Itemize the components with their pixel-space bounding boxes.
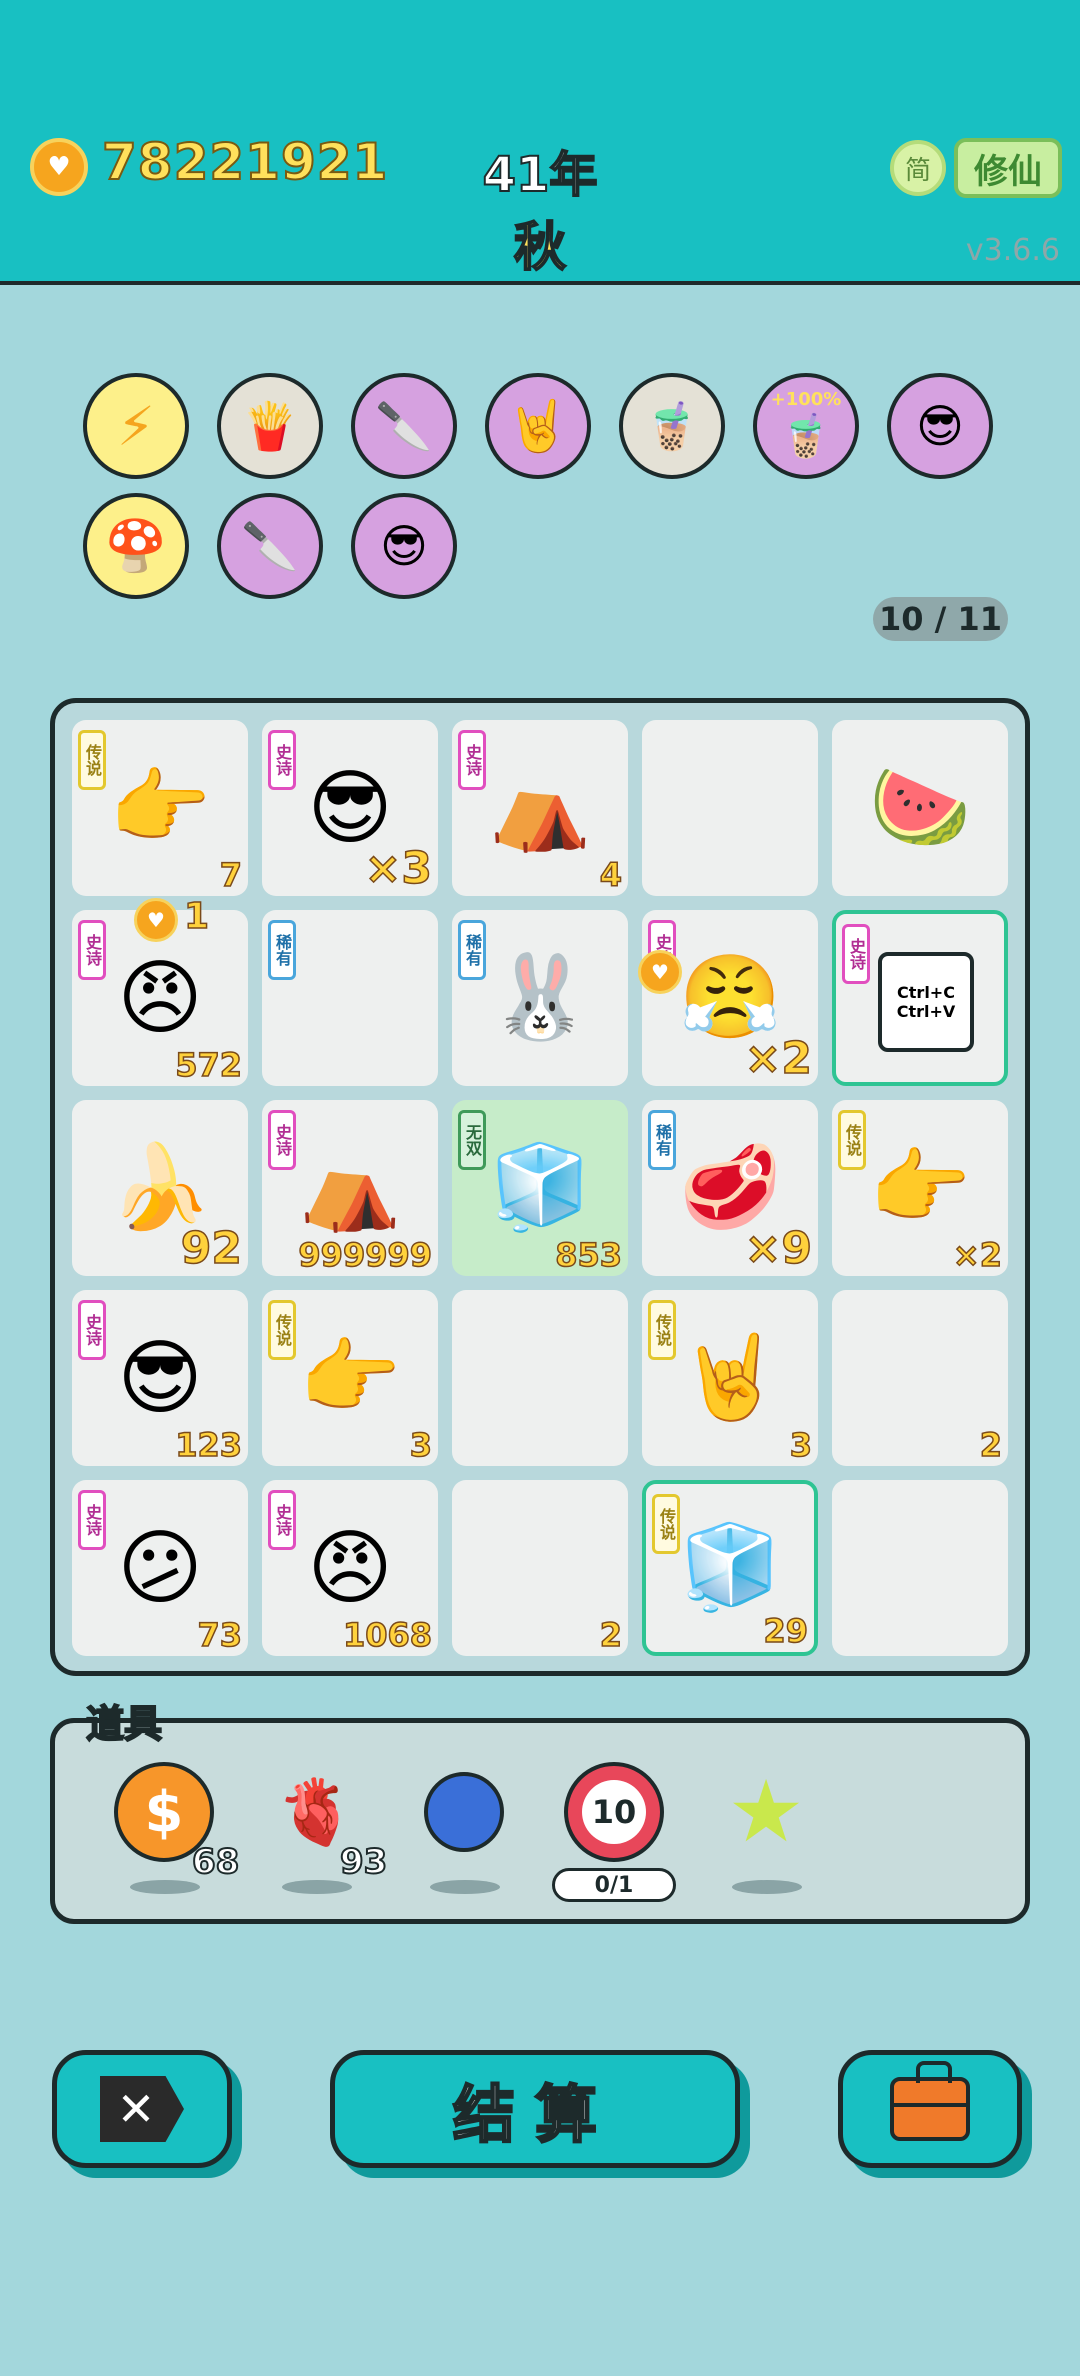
board-cell[interactable]: 史诗 ⛺ 999999 — [262, 1100, 438, 1276]
cell-count: 29 — [763, 1611, 809, 1651]
multiplier-man-icon[interactable]: 😎 — [351, 493, 457, 599]
coin-badge-icon: ♥ — [134, 898, 178, 942]
board-cell[interactable]: 史诗 😎 ×3 — [262, 720, 438, 896]
cleaver-icon[interactable]: 🔪 — [217, 493, 323, 599]
season-label: 秋 — [513, 217, 567, 279]
board-cell[interactable]: 无双 🧊 853 — [452, 1100, 628, 1276]
cleaver-icon[interactable]: 🔪 — [351, 373, 457, 479]
board-cell[interactable]: 史诗 ⛺ 4 — [452, 720, 628, 896]
board-cell[interactable]: 传说 👉 ×2 — [832, 1100, 1008, 1276]
ctrl-cv-icon: Ctrl+C Ctrl+V — [878, 952, 974, 1052]
coin-balance: 78221921 — [101, 132, 389, 192]
cell-count: 123 — [174, 1425, 242, 1465]
board-cell[interactable]: 🍌 92 — [72, 1100, 248, 1276]
cell-count: 3 — [409, 1425, 433, 1465]
relic-count: 10 / 11 — [873, 597, 1008, 641]
prop-shadow — [430, 1880, 500, 1894]
board-cell-selected[interactable]: 传说 🧊 29 — [642, 1480, 818, 1656]
prop-shadow — [130, 1880, 200, 1894]
board-cell[interactable]: 2 — [832, 1290, 1008, 1466]
board-cell[interactable]: 🍉 — [832, 720, 1008, 896]
milk-tea-plus-icon[interactable]: +100% 🧋 — [753, 373, 859, 479]
cell-count: 853 — [554, 1235, 622, 1275]
board-cell[interactable]: 稀有 — [262, 910, 438, 1086]
rabbit-icon: 🐰 — [488, 950, 592, 1045]
rarity-tag: 稀有 — [268, 920, 296, 980]
prop-shadow — [282, 1880, 352, 1894]
exit-button[interactable]: ✕ — [52, 2050, 232, 2168]
cell-count: ×2 — [744, 1032, 813, 1085]
target-label: 10 — [582, 1780, 646, 1844]
briefcase-icon — [890, 2061, 970, 2141]
board-cell-empty[interactable] — [642, 720, 818, 896]
prop-shadow — [732, 1880, 802, 1894]
star-icon[interactable]: ★ — [712, 1758, 820, 1866]
board-cell[interactable]: 史诗 😎 123 — [72, 1290, 248, 1466]
year-label: 41年 — [482, 146, 599, 204]
cell-count: 7 — [219, 855, 243, 895]
blueberry-icon[interactable] — [410, 1758, 518, 1866]
watermelon-icon: 🍉 — [868, 760, 972, 855]
cell-count: 1068 — [342, 1615, 433, 1655]
mode-button[interactable]: 修仙 — [954, 138, 1062, 198]
coin-badge-icon: ♥ — [638, 950, 682, 994]
fries-icon[interactable]: 🍟 — [217, 373, 323, 479]
cell-count: ×9 — [744, 1222, 813, 1275]
board-cell[interactable]: 史诗 😕 73 — [72, 1480, 248, 1656]
top-bar: ♥ 78221921 41年 秋 简 修仙 v3.6.6 — [0, 0, 1080, 285]
cell-count: 92 — [180, 1222, 243, 1275]
cell-count: 73 — [197, 1615, 243, 1655]
rarity-tag: 史诗 — [842, 924, 870, 984]
board-cell[interactable]: 史诗 😠 ♥ 1 572 — [72, 895, 248, 1086]
cell-count: 4 — [599, 855, 623, 895]
cell-count: 3 — [789, 1425, 813, 1465]
mushroom-cloud-icon[interactable]: 🍄 — [83, 493, 189, 599]
cell-count: 2 — [599, 1615, 623, 1655]
close-icon: ✕ — [100, 2076, 184, 2142]
board-cell[interactable]: 史诗 😤 ♥ ×2 — [638, 910, 818, 1086]
rock-hand-icon[interactable]: 🤘 — [485, 373, 591, 479]
board-cell[interactable]: 传说 👉 3 — [262, 1290, 438, 1466]
lightning-icon[interactable]: ⚡ — [83, 373, 189, 479]
coin-icon: ♥ — [30, 138, 88, 196]
milk-tea-icon[interactable]: 🧋 — [619, 373, 725, 479]
board-cell[interactable]: 史诗 😠 1068 — [262, 1480, 438, 1656]
board-cell[interactable]: 传说 👉 7 — [72, 720, 248, 896]
settle-button[interactable]: 结算 — [330, 2050, 740, 2168]
board-cell[interactable]: 稀有 🥩 ×9 — [642, 1100, 818, 1276]
board-cell-empty[interactable] — [832, 1480, 1008, 1656]
backpack-button[interactable] — [838, 2050, 1022, 2168]
relic-bonus-label: +100% — [770, 389, 842, 410]
board-cell[interactable]: 传说 🤘 3 — [642, 1290, 818, 1466]
version-label: v3.6.6 — [965, 233, 1060, 268]
cell-count: 572 — [174, 1045, 242, 1085]
cell-count: 999999 — [298, 1235, 433, 1275]
multiplier-man-icon[interactable]: 😎 — [887, 373, 993, 479]
board-cell-empty[interactable] — [452, 1290, 628, 1466]
coin-badge-count: 1 — [183, 895, 210, 938]
settle-label: 结算 — [452, 2077, 617, 2153]
board-cell-selected[interactable]: 史诗 Ctrl+C Ctrl+V — [832, 910, 1008, 1086]
language-toggle-button[interactable]: 简 — [890, 140, 946, 196]
target-10-icon[interactable]: 10 — [560, 1758, 668, 1866]
cell-count: ×2 — [952, 1235, 1003, 1275]
props-title: 道具 — [85, 1701, 163, 1747]
target-progress: 0/1 — [552, 1868, 676, 1902]
prop-count: 93 — [339, 1841, 388, 1883]
cell-count: 2 — [979, 1425, 1003, 1465]
cell-count: ×3 — [364, 842, 433, 895]
board-cell[interactable]: 2 — [452, 1480, 628, 1656]
item-board: 传说 👉 7 史诗 😎 ×3 史诗 ⛺ 4 🍉 史诗 😠 ♥ 1 572 稀有 … — [50, 698, 1030, 1676]
prop-count: 68 — [191, 1841, 240, 1883]
board-cell[interactable]: 稀有 🐰 — [452, 910, 628, 1086]
